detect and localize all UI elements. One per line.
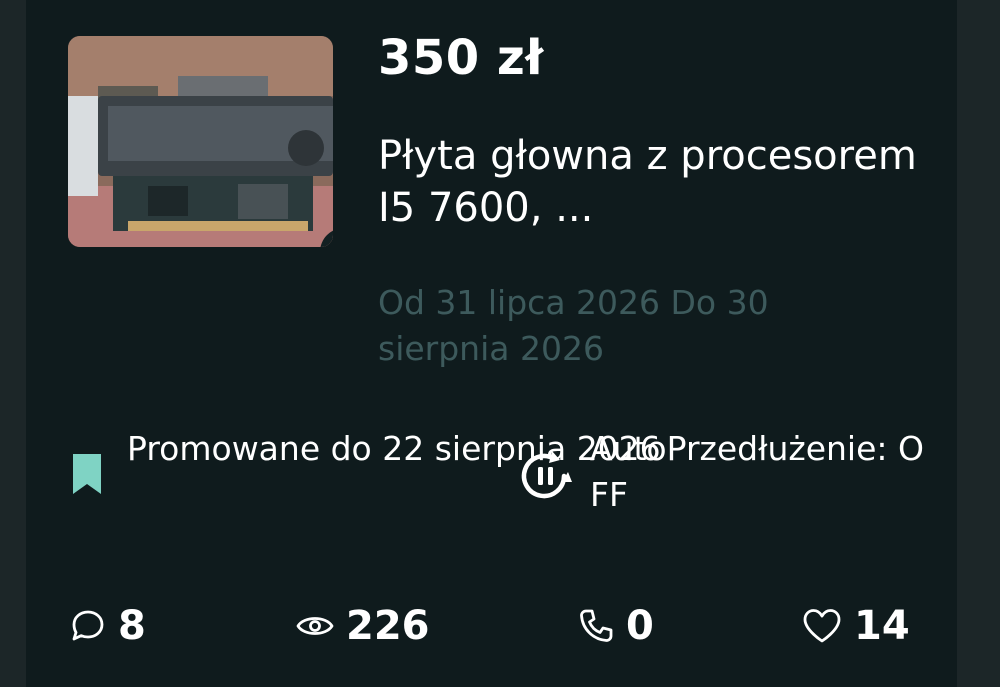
chat-bubble-icon [72,610,104,641]
eye-icon [296,617,334,635]
left-gutter [0,0,26,687]
right-gutter [957,0,1000,687]
listing-card[interactable]: 350 zł Płyta głowna z procesorem I5 7600… [26,0,957,687]
thumbnail-image [68,36,333,247]
pause-refresh-icon [521,451,572,499]
messages-stat[interactable]: 8 [70,598,146,654]
calls-count: 0 [626,603,654,649]
favorites-count: 14 [854,603,910,649]
stats-bar: 8 226 0 14 [26,598,957,654]
listing-title[interactable]: Płyta głowna z procesorem I5 7600, ... [378,130,918,234]
auto-renew-status[interactable]: AutoPrzedłużenie: OFF [516,426,925,518]
listing-price: 350 zł [378,30,544,86]
phone-icon [580,609,613,642]
bookmark-icon [73,454,101,494]
listing-dates: Od 31 lipca 2026 Do 30 sierpnia 2026 [378,283,769,368]
views-count: 226 [346,603,430,649]
calls-stat[interactable]: 0 [578,598,654,654]
delivery-truck-icon [330,242,333,247]
heart-icon [803,609,841,643]
listing-thumbnail[interactable] [68,36,333,247]
views-stat[interactable]: 226 [296,598,430,654]
messages-count: 8 [118,603,146,649]
auto-renew-text: AutoPrzedłużenie: OFF [590,429,924,514]
favorites-stat[interactable]: 14 [802,598,910,654]
